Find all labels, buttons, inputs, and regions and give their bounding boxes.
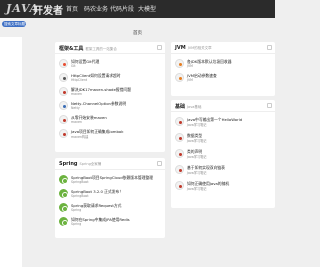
item-category: Git bbox=[71, 64, 76, 68]
icon-dot bbox=[62, 118, 66, 122]
item-category: Netty bbox=[71, 106, 80, 110]
item-category: SpringBoot bbox=[71, 180, 89, 184]
java-icon bbox=[175, 73, 184, 82]
search-pill[interactable]: 搜索文章标题关键字 bbox=[2, 21, 26, 27]
java-icon bbox=[175, 181, 184, 190]
item-category: Spring bbox=[71, 208, 82, 212]
java-icon bbox=[175, 117, 184, 126]
divider bbox=[171, 53, 275, 54]
git-icon bbox=[59, 59, 68, 68]
card-tools: 框架&工具 框架工具的一站集合 如何设置Git代理 Git HttpClient如… bbox=[55, 42, 165, 152]
java-icon bbox=[175, 149, 184, 158]
item-category: Spring bbox=[71, 222, 82, 226]
top-navbar: JAVA 开发者 首页 码农业务 代码片段 大模型 bbox=[0, 0, 275, 18]
item-category: JVM bbox=[187, 78, 193, 82]
spring-icon bbox=[59, 175, 68, 184]
icon-dot bbox=[178, 120, 182, 124]
icon-dot bbox=[62, 132, 66, 136]
divider bbox=[171, 111, 275, 112]
icon-dot bbox=[178, 184, 182, 188]
nav-item-business[interactable]: 码农业务 bbox=[84, 4, 108, 13]
card-basics: 基础 Java基础 Java中写输出第一个HelloWorld Java学习笔记 … bbox=[171, 100, 275, 208]
icon-dot bbox=[178, 152, 182, 156]
icon-dot bbox=[62, 104, 66, 108]
icon-dot bbox=[178, 168, 182, 172]
more-icon[interactable] bbox=[157, 161, 162, 166]
icon-dot bbox=[178, 136, 182, 140]
divider bbox=[55, 169, 165, 170]
card-title: 框架&工具 框架工具的一站集合 bbox=[59, 46, 117, 52]
card-spring: Spring Spring全家桶 SpringBoot项目SpringCloud依… bbox=[55, 158, 165, 238]
item-category: maven bbox=[71, 92, 82, 96]
icon-dot bbox=[62, 62, 66, 66]
spring-icon bbox=[59, 217, 68, 226]
divider bbox=[55, 53, 165, 54]
more-icon[interactable] bbox=[267, 45, 272, 50]
card-title: JVM JVM的相关文章 bbox=[175, 45, 212, 51]
spring-icon bbox=[59, 189, 68, 198]
maven-icon bbox=[59, 87, 68, 96]
nav-item-llm[interactable]: 大模型 bbox=[138, 4, 156, 13]
icon-dot bbox=[62, 90, 66, 94]
java-icon bbox=[175, 165, 184, 174]
java-icon bbox=[175, 133, 184, 142]
item-category: JVM bbox=[187, 64, 193, 68]
section-title: 首页 bbox=[133, 31, 142, 36]
httpclient-icon bbox=[59, 73, 68, 82]
icon-dot bbox=[178, 76, 182, 80]
more-icon[interactable] bbox=[267, 103, 272, 108]
nav-item-home[interactable]: 首页 bbox=[66, 4, 78, 13]
item-category: Java学习笔记 bbox=[187, 171, 207, 175]
item-category: Java学习笔记 bbox=[187, 187, 207, 191]
icon-dot bbox=[178, 62, 182, 66]
item-category: maven bbox=[71, 120, 82, 124]
item-category: maven构建 bbox=[71, 135, 89, 139]
maven-icon bbox=[59, 115, 68, 124]
left-sidebar bbox=[0, 37, 22, 267]
item-category: Java学习笔记 bbox=[187, 123, 207, 127]
site-name[interactable]: 开发者 bbox=[33, 2, 63, 17]
item-category: SpringBoot bbox=[71, 194, 89, 198]
spring-icon bbox=[59, 203, 68, 212]
java-icon bbox=[175, 59, 184, 68]
netty-icon bbox=[59, 101, 68, 110]
nav-item-snippets[interactable]: 代码片段 bbox=[110, 4, 134, 13]
more-icon[interactable] bbox=[157, 45, 162, 50]
item-category: Java学习笔记 bbox=[187, 139, 207, 143]
item-category: Java学习笔记 bbox=[187, 155, 207, 159]
card-title: 基础 Java基础 bbox=[175, 104, 202, 110]
icon-dot bbox=[62, 76, 66, 80]
item-title[interactable]: 各JDK版本默认垃圾回收器 bbox=[187, 59, 232, 65]
card-jvm: JVM JVM的相关文章 各JDK版本默认垃圾回收器 JVM JVM启动参数速查 … bbox=[171, 42, 275, 96]
item-category: HttpClient bbox=[71, 78, 88, 82]
card-title: Spring Spring全家桶 bbox=[59, 161, 102, 167]
maven-icon bbox=[59, 129, 68, 138]
